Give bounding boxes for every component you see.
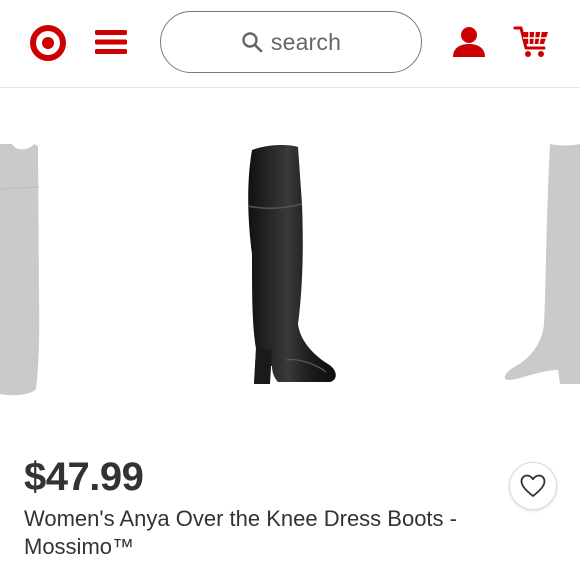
previous-product-image[interactable] [0,144,45,449]
search-input[interactable]: search [160,11,422,73]
product-title[interactable]: Women's Anya Over the Knee Dress Boots -… [24,505,564,561]
product-image [247,145,336,384]
top-header: search [0,0,580,88]
next-product-image[interactable] [500,144,580,399]
search-icon [242,32,263,53]
target-logo-icon[interactable] [30,25,66,61]
account-icon[interactable] [452,26,486,58]
product-price: $47.99 [24,455,144,499]
cart-icon[interactable] [513,24,551,60]
menu-icon[interactable] [95,28,127,56]
heart-icon [520,474,546,497]
search-placeholder: search [270,28,342,55]
add-to-favorites-button[interactable] [509,462,557,510]
product-image-carousel[interactable] [0,89,580,510]
